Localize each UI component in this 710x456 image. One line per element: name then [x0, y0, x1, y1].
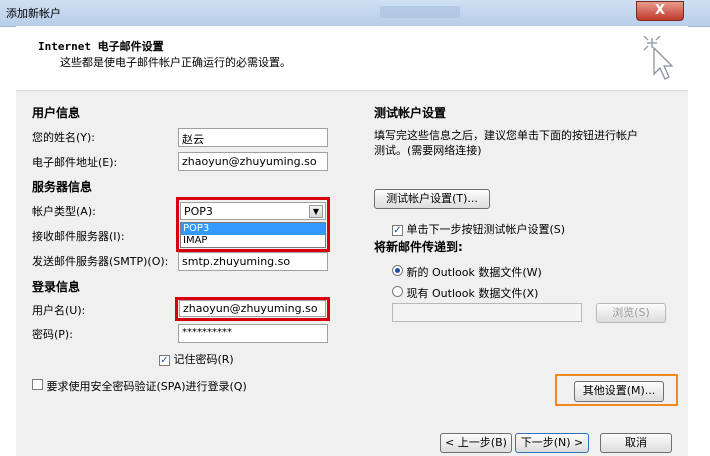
next-test-checkbox[interactable]: ✓: [392, 225, 403, 236]
test-description-line1: 填写完这些信息之后，建议您单击下面的按钮进行帐户: [374, 129, 638, 142]
remember-password-row[interactable]: ✓ 记住密码(R): [159, 351, 234, 367]
account-type-dropdown-list: POP3 IMAP: [180, 222, 326, 248]
existing-data-file-label: 现有 Outlook 数据文件(X): [406, 287, 539, 300]
account-type-select[interactable]: POP3 ▼: [180, 202, 326, 220]
existing-data-file-row[interactable]: 现有 Outlook 数据文件(X): [392, 285, 538, 301]
name-label: 您的姓名(Y):: [32, 131, 96, 144]
new-data-file-radio[interactable]: [392, 265, 403, 276]
password-input[interactable]: **********: [178, 324, 328, 343]
next-test-label: 单击下一步按钮测试帐户设置(S): [406, 223, 566, 236]
magic-wand-cursor-icon: [636, 34, 676, 82]
spa-row[interactable]: 要求使用安全密码验证(SPA)进行登录(Q): [32, 378, 247, 394]
email-label: 电子邮件地址(E):: [32, 156, 118, 169]
password-label: 密码(P):: [32, 328, 73, 341]
section-login-info: 登录信息: [32, 280, 81, 294]
name-input[interactable]: 赵云: [178, 128, 328, 147]
section-deliver: 将新邮件传递到:: [374, 240, 463, 254]
incoming-server-label: 接收邮件服务器(I):: [32, 230, 125, 243]
account-type-label: 帐户类型(A):: [32, 205, 96, 218]
header-title: Internet 电子邮件设置: [38, 40, 164, 53]
header-subtitle: 这些都是使电子邮件帐户正确运行的必需设置。: [60, 56, 291, 69]
remember-password-checkbox[interactable]: ✓: [159, 355, 170, 366]
section-test-account: 测试帐户设置: [374, 106, 447, 120]
browse-button: 浏览(S): [596, 303, 666, 323]
account-type-option-imap[interactable]: IMAP: [181, 235, 325, 247]
test-description-line2: 测试。(需要网络连接): [374, 144, 482, 157]
spa-label: 要求使用安全密码验证(SPA)进行登录(Q): [46, 380, 247, 393]
username-input[interactable]: zhaoyun@zhuyuming.so: [179, 300, 326, 317]
new-data-file-label: 新的 Outlook 数据文件(W): [406, 266, 542, 279]
remember-password-label: 记住密码(R): [173, 353, 234, 366]
outgoing-server-label: 发送邮件服务器(SMTP)(O):: [32, 255, 169, 268]
next-test-row[interactable]: ✓ 单击下一步按钮测试帐户设置(S): [392, 221, 565, 237]
account-type-option-pop3[interactable]: POP3: [181, 223, 325, 235]
outgoing-server-input[interactable]: smtp.zhuyuming.so: [178, 252, 328, 271]
back-button[interactable]: < 上一步(B): [440, 433, 512, 453]
existing-data-file-radio[interactable]: [392, 286, 403, 297]
title-bar: [0, 0, 710, 27]
spa-checkbox[interactable]: [32, 379, 43, 390]
cancel-button[interactable]: 取消: [600, 433, 672, 453]
test-account-button[interactable]: 测试帐户设置(T)...: [374, 189, 490, 209]
close-button[interactable]: X: [636, 1, 684, 21]
next-button[interactable]: 下一步(N) >: [515, 433, 589, 453]
existing-data-file-path: [392, 303, 582, 322]
email-input[interactable]: zhaoyun@zhuyuming.so: [178, 152, 328, 171]
new-data-file-row[interactable]: 新的 Outlook 数据文件(W): [392, 264, 542, 280]
section-user-info: 用户信息: [32, 106, 81, 120]
account-type-value: POP3: [184, 205, 213, 218]
more-settings-button[interactable]: 其他设置(M)...: [574, 381, 664, 402]
section-server-info: 服务器信息: [32, 180, 93, 194]
chevron-down-icon[interactable]: ▼: [309, 205, 323, 218]
username-label: 用户名(U):: [32, 304, 86, 317]
title-bar-blur: [380, 6, 460, 18]
window-title: 添加新帐户: [6, 7, 61, 20]
